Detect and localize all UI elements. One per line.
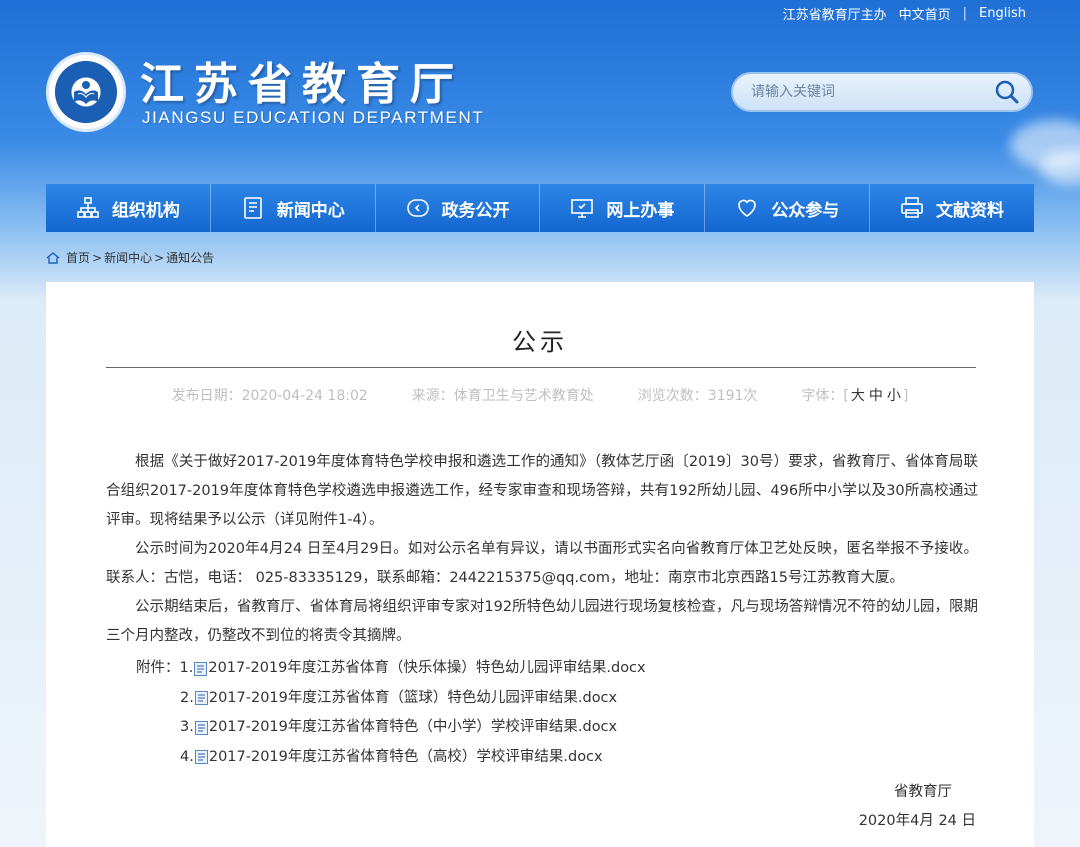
breadcrumb-separator: >	[154, 250, 165, 265]
attachment-link[interactable]: 2017-2019年度江苏省体育（篮球）特色幼儿园评审结果.docx	[209, 684, 617, 714]
breadcrumb-home[interactable]: 首页	[66, 249, 90, 266]
signature-block: 省教育厅 2020年4月 24 日	[859, 778, 976, 836]
attachment-item: 附件： 1. 2017-2019年度江苏省体育（快乐体操）特色幼儿园评审结果.d…	[106, 654, 646, 684]
breadcrumb-current[interactable]: 通知公告	[166, 249, 214, 266]
paragraph: 公示期结束后，省教育厅、省体育局将组织评审专家对192所特色幼儿园进行现场复核检…	[106, 599, 978, 644]
sponsor-link[interactable]: 江苏省教育厅主办	[783, 4, 887, 23]
search-icon[interactable]	[989, 74, 1025, 110]
font-size-medium[interactable]: 中	[869, 388, 883, 404]
nav-label: 组织机构	[111, 200, 180, 221]
nav-item-government-affairs[interactable]: 政务公开	[376, 184, 541, 232]
article-body: 根据《关于做好2017-2019年度体育特色学校申报和遴选工作的通知》（教体艺厅…	[106, 448, 978, 651]
article-title: 公示	[512, 328, 568, 356]
article-panel: 公示 发布日期：2020-04-24 18:02 来源：体育卫生与艺术教育处 浏…	[46, 282, 1034, 847]
attachment-number: 4.	[180, 748, 194, 765]
nav-item-online-services[interactable]: 网上办事	[540, 184, 706, 232]
title-divider	[106, 367, 976, 368]
paragraph: 根据《关于做好2017-2019年度体育特色学校申报和遴选工作的通知》（教体艺厅…	[106, 454, 978, 528]
nav-item-organization[interactable]: 组织机构	[46, 184, 211, 232]
main-nav: 组织机构 新闻中心 政务公开 网上办事 公众参与 文献资料	[46, 184, 1034, 232]
monitor-icon	[571, 199, 594, 218]
attachment-item: 4. 2017-2019年度江苏省体育特色（高校）学校评审结果.docx	[106, 743, 646, 773]
site-name-en: JIANGSU EDUCATION DEPARTMENT	[142, 108, 485, 127]
attachment-link[interactable]: 2017-2019年度江苏省体育（快乐体操）特色幼儿园评审结果.docx	[208, 654, 645, 684]
nav-item-public-participation[interactable]: 公众参与	[705, 184, 871, 232]
attachment-number: 3.	[180, 719, 194, 735]
font-size-label: 字体：[	[801, 388, 849, 404]
attachments-label: 附件：	[136, 660, 180, 676]
breadcrumb-separator: >	[92, 250, 103, 265]
home-cn-link[interactable]: 中文首页	[899, 4, 951, 23]
word-doc-icon	[194, 691, 208, 706]
font-size-close: ]	[902, 388, 909, 404]
nav-label: 网上办事	[606, 200, 675, 221]
attachment-link[interactable]: 2017-2019年度江苏省体育特色（中小学）学校评审结果.docx	[209, 713, 617, 743]
attachments-list: 附件： 1. 2017-2019年度江苏省体育（快乐体操）特色幼儿园评审结果.d…	[106, 654, 646, 772]
site-name-cn: 江苏省教育厅	[140, 59, 464, 110]
search-box	[731, 72, 1033, 112]
attachment-item: 2. 2017-2019年度江苏省体育（篮球）特色幼儿园评审结果.docx	[106, 684, 646, 714]
org-chart-icon	[77, 197, 99, 218]
printer-icon	[901, 197, 923, 218]
top-links-separator: |	[962, 6, 968, 21]
english-link[interactable]: English	[979, 6, 1026, 21]
nav-label: 政务公开	[441, 200, 510, 221]
article-meta: 发布日期：2020-04-24 18:02 来源：体育卫生与艺术教育处 浏览次数…	[46, 385, 1034, 405]
article-source: 来源：体育卫生与艺术教育处	[411, 388, 594, 404]
document-icon	[243, 197, 262, 219]
paragraph: 公示时间为2020年4月24 日至4月29日。如对公示名单有异议，请以书面形式实…	[106, 541, 978, 586]
attachment-number: 2.	[180, 689, 194, 706]
view-count: 浏览次数：3191次	[637, 388, 758, 404]
site-logo[interactable]	[46, 52, 126, 132]
signature-org: 省教育厅	[894, 784, 952, 800]
top-links: 江苏省教育厅主办 中文首页 | English	[783, 4, 1026, 23]
play-circle-icon	[406, 199, 429, 217]
attachment-number: 1.	[179, 660, 194, 676]
word-doc-icon	[194, 661, 208, 676]
home-icon	[46, 251, 60, 264]
publish-date: 发布日期：2020-04-24 18:02	[171, 388, 368, 404]
attachment-item: 3. 2017-2019年度江苏省体育特色（中小学）学校评审结果.docx	[106, 713, 646, 743]
heart-icon	[738, 199, 757, 217]
nav-label: 公众参与	[771, 200, 840, 221]
nav-label: 文献资料	[936, 200, 1005, 221]
word-doc-icon	[194, 720, 208, 735]
search-input[interactable]	[751, 84, 989, 100]
nav-label: 新闻中心	[276, 200, 345, 221]
attachment-link[interactable]: 2017-2019年度江苏省体育特色（高校）学校评审结果.docx	[209, 743, 603, 773]
word-doc-icon	[194, 750, 208, 765]
nav-item-documents[interactable]: 文献资料	[870, 184, 1034, 232]
font-size-control: 字体：[大中小]	[801, 385, 908, 405]
font-size-large[interactable]: 大	[851, 388, 865, 404]
emblem-icon	[55, 61, 117, 123]
nav-item-news[interactable]: 新闻中心	[211, 184, 376, 232]
signature-date: 2020年4月 24 日	[858, 813, 976, 829]
breadcrumb-news[interactable]: 新闻中心	[104, 249, 152, 266]
breadcrumb: 首页 > 新闻中心 > 通知公告	[46, 249, 214, 266]
font-size-small[interactable]: 小	[887, 388, 901, 404]
